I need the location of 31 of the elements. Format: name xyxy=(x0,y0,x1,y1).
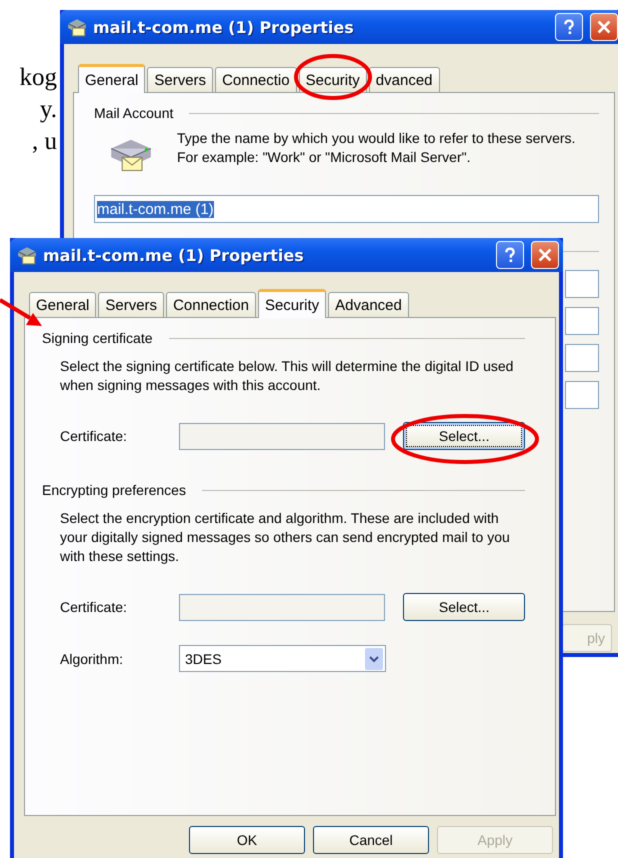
group-title: Signing certificate xyxy=(42,330,153,346)
select-button[interactable]: Select... xyxy=(403,422,525,450)
dialog-button[interactable]: Cancel xyxy=(313,826,429,854)
description-text: Select the signing certificate below. This will determine the digital ID used when signing messages with this account. xyxy=(60,357,514,395)
window-title: mail.t-com.me (1) Properties xyxy=(93,18,355,36)
algorithm-dropdown[interactable]: 3DES xyxy=(179,645,386,672)
tab[interactable]: Security xyxy=(258,289,326,318)
tab[interactable]: dvanced xyxy=(368,67,440,92)
certificate-label: Certificate: xyxy=(60,428,128,444)
dialog-button[interactable]: OK xyxy=(189,826,305,854)
tab[interactable]: General xyxy=(78,64,146,93)
tab[interactable]: Servers xyxy=(98,292,164,317)
document-text: y. xyxy=(40,95,57,125)
certificate-label: Certificate: xyxy=(60,599,128,615)
tab[interactable]: General xyxy=(29,292,96,317)
tab[interactable]: Servers xyxy=(147,67,214,92)
select-button[interactable]: Select... xyxy=(403,593,525,621)
document-text: , u xyxy=(32,127,57,157)
group-title: Encrypting preferences xyxy=(42,482,186,498)
tab[interactable]: Connection xyxy=(166,292,256,317)
description-text: Type the name by which you would like to refer to these servers. For example: "Work" or "Microsoft Mail Server". xyxy=(177,129,576,167)
tab[interactable]: Advanced xyxy=(328,292,409,317)
group-title: Mail Account xyxy=(94,105,174,121)
tab[interactable]: Security xyxy=(298,67,367,92)
account-name-field[interactable]: mail.t-com.me (1) xyxy=(94,195,599,223)
window-title: mail.t-com.me (1) Properties xyxy=(43,246,305,264)
document-text: kog xyxy=(20,63,57,93)
description-text: Select the encryption certificate and algorithm. These are included with your digitally signed messages so others can send encrypted mail to you with these settings. xyxy=(60,509,511,566)
algorithm-label: Algorithm: xyxy=(60,650,124,666)
account-name-text: mail.t-com.me (1) xyxy=(97,200,214,218)
tab[interactable]: Connectio xyxy=(215,67,297,92)
